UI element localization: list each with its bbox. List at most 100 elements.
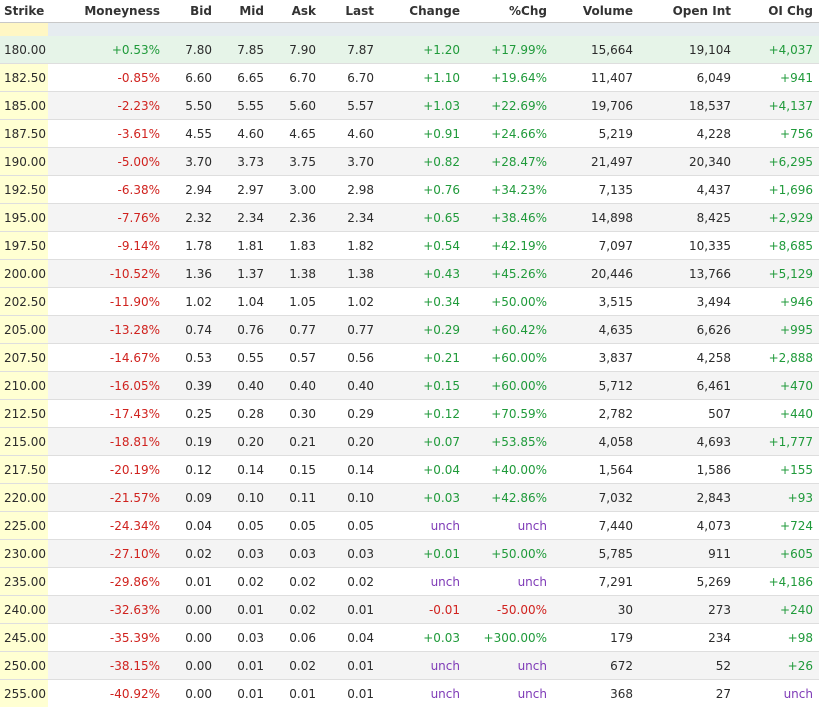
- ask-cell: 0.02: [270, 567, 322, 596]
- moneyness-cell: -29.86%: [48, 567, 166, 596]
- table-row[interactable]: 210.00 -16.05% 0.39 0.40 0.40 0.40 +0.15 +60.00…: [0, 371, 819, 400]
- volume-cell: 3,837: [553, 343, 639, 372]
- moneyness-cell: -20.19%: [48, 455, 166, 484]
- column-header-bid[interactable]: Bid: [166, 0, 218, 23]
- last-cell: 2.98: [322, 175, 380, 204]
- table-row[interactable]: 187.50 -3.61% 4.55 4.60 4.65 4.60 +0.91 +24.66%…: [0, 119, 819, 148]
- last-cell: 4.60: [322, 119, 380, 148]
- oi-chg-cell: +946: [737, 287, 819, 316]
- ask-cell: 0.40: [270, 371, 322, 400]
- pct-chg-cell: unch: [466, 511, 553, 540]
- volume-cell: 5,219: [553, 119, 639, 148]
- table-row[interactable]: 197.50 -9.14% 1.78 1.81 1.83 1.82 +0.54 +42.19%…: [0, 231, 819, 260]
- table-row[interactable]: 217.50 -20.19% 0.12 0.14 0.15 0.14 +0.04 +40.00…: [0, 455, 819, 484]
- pct-chg-cell: +60.00%: [466, 343, 553, 372]
- column-header-volume[interactable]: Volume: [553, 0, 639, 23]
- table-row[interactable]: 215.00 -18.81% 0.19 0.20 0.21 0.20 +0.07 +53.85…: [0, 427, 819, 456]
- oi-chg-cell: +6,295: [737, 147, 819, 176]
- ask-cell: 3.00: [270, 175, 322, 204]
- moneyness-cell: -10.52%: [48, 259, 166, 288]
- moneyness-cell: -5.00%: [48, 147, 166, 176]
- change-cell: unch: [380, 511, 466, 540]
- ask-cell: 0.03: [270, 539, 322, 568]
- strike-cell: 230.00: [0, 539, 48, 568]
- moneyness-cell: -9.14%: [48, 231, 166, 260]
- strike-cell: 240.00: [0, 595, 48, 624]
- oi-chg-cell: +756: [737, 119, 819, 148]
- strike-cell: 195.00: [0, 203, 48, 232]
- bid-cell: 0.00: [166, 651, 218, 680]
- table-row[interactable]: 202.50 -11.90% 1.02 1.04 1.05 1.02 +0.34 +50.00…: [0, 287, 819, 316]
- table-row[interactable]: 190.00 -5.00% 3.70 3.73 3.75 3.70 +0.82 +28.47%…: [0, 147, 819, 176]
- pct-chg-cell: +22.69%: [466, 91, 553, 120]
- change-cell: +0.03: [380, 483, 466, 512]
- moneyness-cell: -2.23%: [48, 91, 166, 120]
- column-header-last[interactable]: Last: [322, 0, 380, 23]
- pct-chg-cell: +38.46%: [466, 203, 553, 232]
- table-row[interactable]: 185.00 -2.23% 5.50 5.55 5.60 5.57 +1.03 +22.69%…: [0, 91, 819, 120]
- table-row[interactable]: 225.00 -24.34% 0.04 0.05 0.05 0.05 unch unch 7,4…: [0, 511, 819, 540]
- ask-cell: 0.01: [270, 679, 322, 707]
- moneyness-cell: -35.39%: [48, 623, 166, 652]
- table-row[interactable]: 255.00 -40.92% 0.00 0.01 0.01 0.01 unch unch 368…: [0, 679, 819, 707]
- moneyness-cell: -18.81%: [48, 427, 166, 456]
- column-header-open-int[interactable]: Open Int: [639, 0, 737, 23]
- open-int-cell: 6,049: [639, 63, 737, 92]
- table-row[interactable]: 180.00 +0.53% 7.80 7.85 7.90 7.87 +1.20 +17.99%…: [0, 36, 819, 64]
- pct-chg-cell: +45.26%: [466, 259, 553, 288]
- table-row[interactable]: 182.50 -0.85% 6.60 6.65 6.70 6.70 +1.10 +19.64%…: [0, 63, 819, 92]
- bid-cell: 0.01: [166, 567, 218, 596]
- table-row[interactable]: 245.00 -35.39% 0.00 0.03 0.06 0.04 +0.03 +300.0…: [0, 623, 819, 652]
- column-header-ask[interactable]: Ask: [270, 0, 322, 23]
- bid-cell: 0.74: [166, 315, 218, 344]
- last-cell: 0.04: [322, 623, 380, 652]
- pct-chg-cell: unch: [466, 567, 553, 596]
- ask-cell: 0.02: [270, 651, 322, 680]
- table-row[interactable]: 250.00 -38.15% 0.00 0.01 0.02 0.01 unch unch 672…: [0, 651, 819, 680]
- ask-cell: 0.02: [270, 595, 322, 624]
- column-header-moneyness[interactable]: Moneyness: [48, 0, 166, 23]
- strike-cell: 205.00: [0, 315, 48, 344]
- scrolled-row-remnant: [0, 22, 819, 36]
- table-row[interactable]: 205.00 -13.28% 0.74 0.76 0.77 0.77 +0.29 +60.42…: [0, 315, 819, 344]
- bid-cell: 2.94: [166, 175, 218, 204]
- column-header-pct-chg[interactable]: %Chg: [466, 0, 553, 23]
- change-cell: -0.01: [380, 595, 466, 624]
- table-row[interactable]: 230.00 -27.10% 0.02 0.03 0.03 0.03 +0.01 +50.00…: [0, 539, 819, 568]
- table-row[interactable]: 212.50 -17.43% 0.25 0.28 0.30 0.29 +0.12 +70.59…: [0, 399, 819, 428]
- table-row[interactable]: 195.00 -7.76% 2.32 2.34 2.36 2.34 +0.65 +38.46%…: [0, 203, 819, 232]
- mid-cell: 2.34: [218, 203, 270, 232]
- strike-cell: 182.50: [0, 63, 48, 92]
- column-header-strike[interactable]: Strike: [0, 0, 48, 23]
- open-int-cell: 10,335: [639, 231, 737, 260]
- last-cell: 5.57: [322, 91, 380, 120]
- bid-cell: 0.00: [166, 595, 218, 624]
- column-header-mid[interactable]: Mid: [218, 0, 270, 23]
- table-row[interactable]: 240.00 -32.63% 0.00 0.01 0.02 0.01 -0.01 -50.00…: [0, 595, 819, 624]
- volume-cell: 672: [553, 651, 639, 680]
- pct-chg-cell: unch: [466, 651, 553, 680]
- pct-chg-cell: +50.00%: [466, 539, 553, 568]
- table-row[interactable]: 220.00 -21.57% 0.09 0.10 0.11 0.10 +0.03 +42.86…: [0, 483, 819, 512]
- pct-chg-cell: +60.00%: [466, 371, 553, 400]
- oi-chg-cell: +2,929: [737, 203, 819, 232]
- table-row[interactable]: 235.00 -29.86% 0.01 0.02 0.02 0.02 unch unch 7,2…: [0, 567, 819, 596]
- strike-cell: 207.50: [0, 343, 48, 372]
- change-cell: +0.21: [380, 343, 466, 372]
- mid-cell: 0.03: [218, 539, 270, 568]
- mid-cell: 0.28: [218, 399, 270, 428]
- oi-chg-cell: +995: [737, 315, 819, 344]
- pct-chg-cell: +42.86%: [466, 483, 553, 512]
- ask-cell: 3.75: [270, 147, 322, 176]
- strike-cell: 180.00: [0, 36, 48, 64]
- column-header-change[interactable]: Change: [380, 0, 466, 23]
- column-header-oi-chg[interactable]: OI Chg: [737, 0, 819, 23]
- table-row[interactable]: 200.00 -10.52% 1.36 1.37 1.38 1.38 +0.43 +45.26…: [0, 259, 819, 288]
- moneyness-cell: -24.34%: [48, 511, 166, 540]
- table-row[interactable]: 192.50 -6.38% 2.94 2.97 3.00 2.98 +0.76 +34.23%…: [0, 175, 819, 204]
- oi-chg-cell: +724: [737, 511, 819, 540]
- open-int-cell: 2,843: [639, 483, 737, 512]
- table-row[interactable]: 207.50 -14.67% 0.53 0.55 0.57 0.56 +0.21 +60.00…: [0, 343, 819, 372]
- volume-cell: 5,712: [553, 371, 639, 400]
- volume-cell: 21,497: [553, 147, 639, 176]
